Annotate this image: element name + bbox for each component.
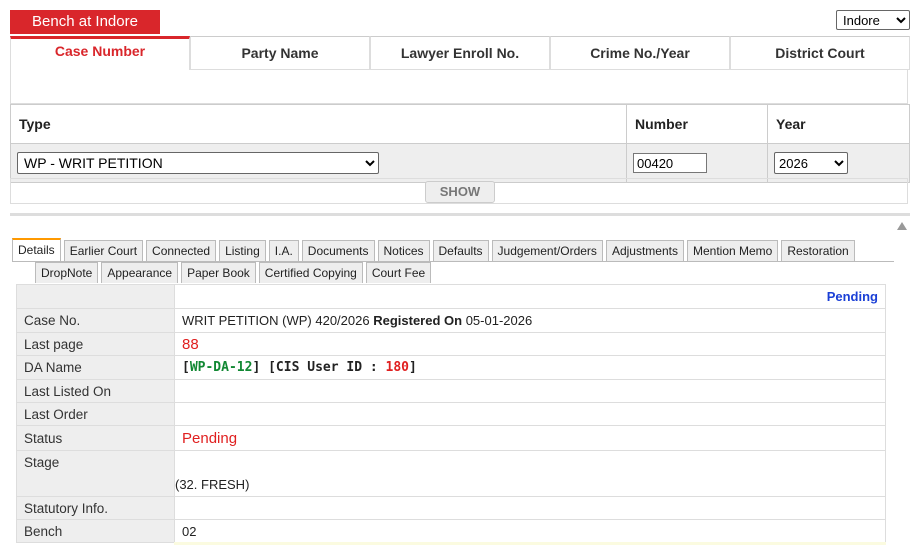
table-row: Last Listed On	[16, 379, 886, 403]
subtab-certified-copying[interactable]: Certified Copying	[258, 262, 363, 283]
case-number-input[interactable]	[633, 153, 707, 173]
tab-party-name[interactable]: Party Name	[190, 36, 370, 70]
subtab-notices[interactable]: Notices	[377, 240, 430, 261]
show-button[interactable]: SHOW	[425, 181, 495, 203]
tab-crime-no[interactable]: Crime No./Year	[550, 36, 730, 70]
case-type-select[interactable]: WP - WRIT PETITION	[17, 152, 379, 174]
bench-label: Bench	[16, 519, 175, 543]
subtab-appearance[interactable]: Appearance	[101, 262, 179, 283]
tab-district-court[interactable]: District Court	[730, 36, 910, 70]
registered-label: Registered On	[373, 313, 463, 328]
bench-select[interactable]: Indore	[836, 10, 910, 30]
da-open: [	[182, 360, 190, 375]
section-divider	[10, 213, 910, 216]
last-listed-value	[174, 379, 886, 403]
da-name-label: DA Name	[16, 355, 175, 380]
case-no-value: WRIT PETITION (WP) 420/2026 Registered O…	[174, 308, 886, 333]
da-mid: ] [CIS User ID :	[252, 360, 378, 375]
registered-date: 05-01-2026	[465, 313, 533, 328]
tab-lawyer-enroll[interactable]: Lawyer Enroll No.	[370, 36, 550, 70]
last-listed-label: Last Listed On	[16, 379, 175, 403]
table-row: Case No. WRIT PETITION (WP) 420/2026 Reg…	[16, 308, 886, 333]
bench-title-button[interactable]: Bench at Indore	[10, 10, 160, 34]
search-mode-tabs: Case Number Party Name Lawyer Enroll No.…	[10, 36, 910, 70]
da-code: WP-DA-12	[189, 360, 253, 375]
subtab-restoration[interactable]: Restoration	[781, 240, 855, 261]
table-row: Stage (32. FRESH)	[16, 450, 886, 497]
da-close: ]	[409, 360, 417, 375]
subtab-earlier-court[interactable]: Earlier Court	[63, 240, 144, 261]
table-row: Pending	[16, 284, 886, 309]
case-no-label: Case No.	[16, 308, 175, 333]
status-value: Pending	[174, 425, 886, 451]
table-row: DA Name [WP-DA-12] [CIS User ID : 180]	[16, 355, 886, 380]
case-status-heading: Pending	[174, 284, 886, 309]
da-name-value: [WP-DA-12] [CIS User ID : 180]	[174, 355, 886, 380]
last-page-value: 88	[174, 332, 886, 356]
type-header: Type	[10, 104, 627, 144]
status-label: Status	[16, 425, 175, 451]
stage-value: (32. FRESH)	[174, 450, 886, 497]
statutory-value	[174, 496, 886, 520]
subtab-documents[interactable]: Documents	[301, 240, 375, 261]
status-header-label	[16, 284, 175, 309]
subtab-listing[interactable]: Listing	[219, 240, 266, 261]
number-header: Number	[626, 104, 768, 144]
table-row: Bench 02	[16, 519, 886, 543]
bench-value: 02	[174, 519, 886, 543]
subtab-details[interactable]: Details	[12, 238, 61, 261]
case-details-table: Pending Case No. WRIT PETITION (WP) 420/…	[16, 284, 886, 543]
case-year-select[interactable]: 2026	[774, 152, 848, 174]
subtab-court-fee[interactable]: Court Fee	[365, 262, 432, 283]
subtab-connected[interactable]: Connected	[146, 240, 217, 261]
table-row: Last page 88	[16, 332, 886, 356]
search-panel	[10, 70, 908, 104]
subtab-mention-memo[interactable]: Mention Memo	[686, 240, 779, 261]
scroll-up-icon[interactable]	[897, 222, 907, 230]
subtab-dropnote[interactable]: DropNote	[35, 262, 99, 283]
da-user-id: 180	[385, 360, 409, 375]
year-cell: 2026	[767, 143, 910, 183]
tab-baseline	[12, 261, 894, 262]
subtab-paper-book[interactable]: Paper Book	[181, 262, 256, 283]
last-order-value	[174, 402, 886, 426]
table-row: Status Pending	[16, 425, 886, 451]
subtab-adjustments[interactable]: Adjustments	[605, 240, 684, 261]
table-row: Statutory Info.	[16, 496, 886, 520]
case-search-form: Type Number Year WP - WRIT PETITION 2026	[10, 104, 910, 183]
statutory-label: Statutory Info.	[16, 496, 175, 520]
subtab-judgement-orders[interactable]: Judgement/Orders	[491, 240, 603, 261]
stage-label: Stage	[16, 450, 175, 497]
subtab-ia[interactable]: I.A.	[268, 240, 299, 261]
year-header: Year	[767, 104, 910, 144]
type-cell: WP - WRIT PETITION	[10, 143, 627, 183]
number-cell	[626, 143, 768, 183]
table-row: Last Order	[16, 402, 886, 426]
subtab-defaults[interactable]: Defaults	[432, 240, 489, 261]
last-order-label: Last Order	[16, 402, 175, 426]
tab-case-number[interactable]: Case Number	[10, 36, 190, 70]
last-page-label: Last page	[16, 332, 175, 356]
show-row: SHOW	[10, 178, 908, 204]
case-no-text: WRIT PETITION (WP) 420/2026	[182, 313, 370, 328]
